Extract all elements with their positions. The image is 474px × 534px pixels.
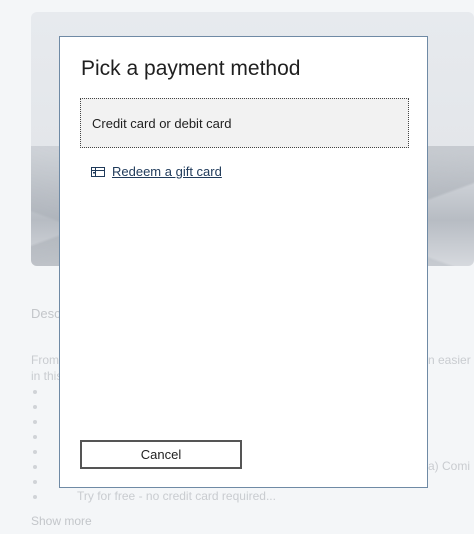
description-text: a) Comi	[428, 459, 471, 473]
gift-card-icon	[91, 165, 105, 179]
description-text: Try for free - no credit card required..…	[77, 489, 276, 503]
credit-card-option[interactable]: Credit card or debit card	[80, 98, 409, 148]
redeem-gift-card-link[interactable]: Redeem a gift card	[91, 164, 222, 179]
credit-card-option-label: Credit card or debit card	[92, 115, 232, 131]
description-text: in this	[31, 369, 63, 383]
bullet	[33, 450, 37, 454]
redeem-gift-card-label: Redeem a gift card	[112, 164, 222, 179]
bullet	[33, 405, 37, 409]
bullet	[33, 465, 37, 469]
cancel-button[interactable]: Cancel	[80, 440, 242, 469]
bullet	[33, 420, 37, 424]
description-heading: Desc	[31, 306, 61, 321]
payment-method-dialog: Pick a payment method Credit card or deb…	[59, 36, 428, 488]
dialog-title: Pick a payment method	[81, 57, 301, 80]
bullet	[33, 435, 37, 439]
description-text: n easier t	[428, 353, 474, 367]
description-text: From	[31, 353, 59, 367]
bullet	[33, 480, 37, 484]
bullet	[33, 495, 37, 499]
bullet	[33, 390, 37, 394]
show-more-link: Show more	[31, 514, 92, 528]
